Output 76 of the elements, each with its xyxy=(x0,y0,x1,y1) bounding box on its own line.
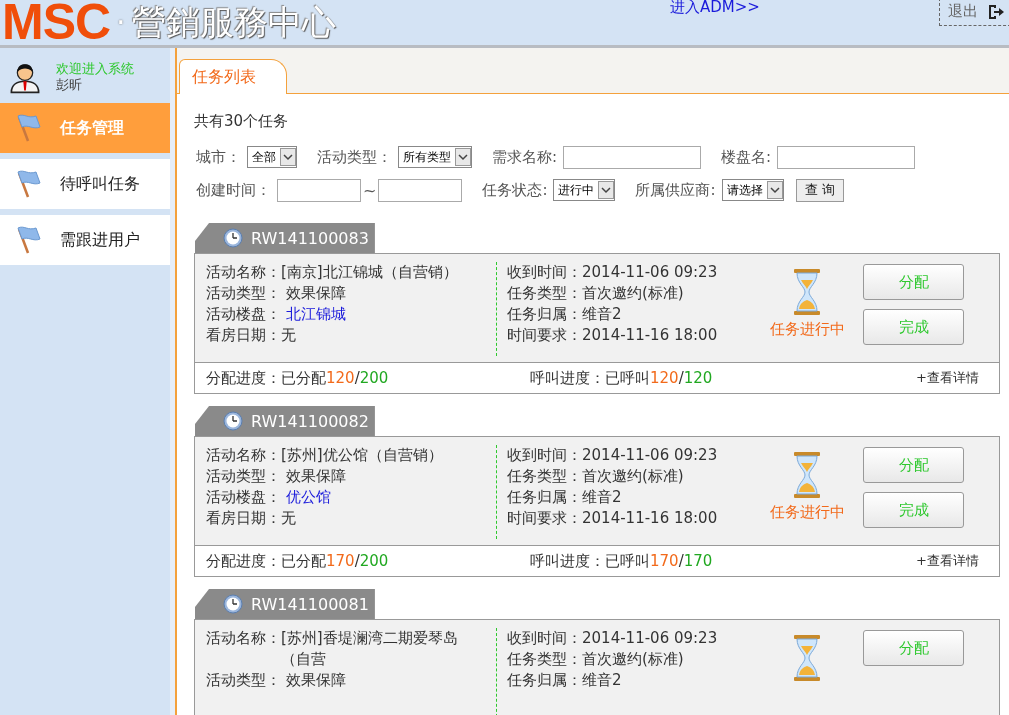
start-date-field[interactable] xyxy=(277,178,361,202)
task-field: 收到时间：2014-11-06 09:23 xyxy=(507,262,757,283)
field-label: 活动楼盘： xyxy=(206,304,281,325)
clock-icon xyxy=(223,411,243,431)
user-name: 彭昕 xyxy=(56,77,83,93)
hourglass-icon xyxy=(792,451,822,499)
field-label: 活动类型： xyxy=(206,466,281,487)
task-field: 收到时间：2014-11-06 09:23 xyxy=(507,445,757,466)
site-title: 營銷服務中心 xyxy=(131,1,336,44)
field-label: 看房日期： xyxy=(206,508,281,529)
filter-label: 城市： xyxy=(196,147,241,167)
field-value: 无 xyxy=(281,508,297,529)
sidebar-item[interactable]: 待呼叫任务 xyxy=(0,159,170,209)
field-label: 活动名称： xyxy=(206,262,281,283)
logo-text: MSC xyxy=(2,0,111,45)
task-field: 任务归属：维音2 xyxy=(507,487,757,508)
field-value: 效果保障 xyxy=(284,466,347,487)
filter-select[interactable]: 进行中 xyxy=(553,179,616,201)
filter-label: 需求名称: xyxy=(492,147,558,167)
field-label: 活动类型： xyxy=(206,670,281,691)
filter-label: 任务状态: xyxy=(482,180,548,200)
task-field: 任务类型：首次邀约(标准) xyxy=(507,649,757,670)
field-value: 效果保障 xyxy=(284,283,347,304)
progress-text: 分配进度：已分配170/200 xyxy=(206,551,390,571)
progress-text: 分配进度：已分配120/200 xyxy=(206,368,390,388)
task-field: 时间要求：2014-11-16 18:00 xyxy=(507,325,757,346)
task-field: 任务类型：首次邀约(标准) xyxy=(507,283,757,304)
filter-label: 楼盘名: xyxy=(721,147,772,167)
hourglass-icon xyxy=(792,634,822,682)
task-field: 时间要求：2014-11-16 18:00 xyxy=(507,508,757,529)
logout-button[interactable]: 退出 xyxy=(939,0,1009,26)
view-details-link[interactable]: +查看详情 xyxy=(916,369,979,387)
field-value: [苏州]优公馆（自营销） xyxy=(281,445,444,466)
field-value: 效果保障 xyxy=(284,670,347,691)
filter-select[interactable]: 请选择 xyxy=(721,179,784,201)
progress-text: 呼叫进度：已呼叫170/170 xyxy=(530,551,714,571)
field-label: 活动类型： xyxy=(206,283,281,304)
query-button[interactable]: 查 询 xyxy=(795,178,844,202)
field-label: 看房日期： xyxy=(206,325,281,346)
filter-select[interactable]: 全部 xyxy=(247,146,297,168)
task-count-text: 共有30个任务 xyxy=(194,112,290,131)
logo-separator: · xyxy=(116,5,126,40)
task-field: 任务归属：维音2 xyxy=(507,670,757,691)
field-value: [苏州]香堤澜湾二期爱琴岛（自营 xyxy=(281,628,459,670)
adm-link[interactable]: 进入ADM>> xyxy=(670,0,760,17)
field-label: 活动楼盘： xyxy=(206,487,281,508)
field-value: 无 xyxy=(281,325,297,346)
flag-icon xyxy=(14,113,44,143)
task-field: 收到时间：2014-11-06 09:23 xyxy=(507,628,757,649)
filter-label: 所属供应商: xyxy=(635,180,716,200)
sidebar-item[interactable]: 需跟进用户 xyxy=(0,215,170,265)
field-label: 活动名称： xyxy=(206,628,281,649)
flag-icon xyxy=(14,225,44,255)
task-status-text: 任务进行中 xyxy=(769,503,845,522)
filter-label: 活动类型： xyxy=(317,147,392,167)
end-date-field[interactable] xyxy=(378,178,463,202)
range-separator: ~ xyxy=(363,180,377,200)
filter-label: 创建时间： xyxy=(196,180,271,200)
task-status-text: 任务进行中 xyxy=(769,320,845,339)
filter-input-field[interactable] xyxy=(563,145,702,169)
welcome-text: 欢迎进入系统 xyxy=(56,61,134,77)
logout-icon xyxy=(988,3,1004,20)
filter-input-field[interactable] xyxy=(777,145,916,169)
field-label: 活动名称： xyxy=(206,445,281,466)
clock-icon xyxy=(223,594,243,614)
building-link[interactable]: 北江锦城 xyxy=(281,304,486,325)
field-value: [南京]北江锦城（自营销） xyxy=(281,262,459,283)
clock-icon xyxy=(223,228,243,248)
hourglass-icon xyxy=(792,268,822,316)
task-field: 任务归属：维音2 xyxy=(507,304,757,325)
task-field: 任务类型：首次邀约(标准) xyxy=(507,466,757,487)
filter-select[interactable]: 所有类型 xyxy=(398,146,472,168)
progress-text: 呼叫进度：已呼叫120/120 xyxy=(530,368,714,388)
view-details-link[interactable]: +查看详情 xyxy=(916,552,979,570)
flag-icon xyxy=(14,169,44,199)
building-link[interactable]: 优公馆 xyxy=(281,487,486,508)
